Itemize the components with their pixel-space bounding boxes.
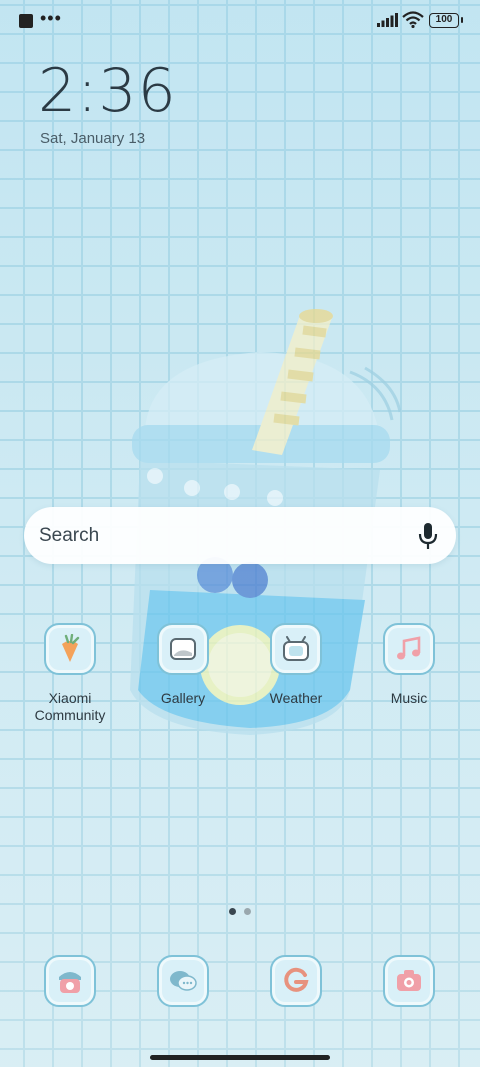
dock-messages[interactable] <box>127 955 239 1007</box>
search-bar[interactable]: Search <box>24 507 456 564</box>
home-gesture-bar[interactable] <box>150 1055 330 1060</box>
phone-icon <box>44 955 96 1007</box>
clock-date[interactable]: Sat, January 13 <box>40 130 145 147</box>
app-weather[interactable]: Weather <box>240 623 352 707</box>
dock-google[interactable] <box>240 955 352 1007</box>
app-music[interactable]: Music <box>353 623 465 707</box>
page-dot-active <box>229 908 236 915</box>
app-gallery[interactable]: Gallery <box>127 623 239 707</box>
search-placeholder: Search <box>39 525 100 546</box>
app-label: Weather <box>269 690 323 706</box>
mic-icon[interactable] <box>416 522 440 550</box>
battery-indicator: 100 <box>429 13 463 28</box>
weather-tv-icon <box>270 623 322 675</box>
page-dot <box>244 908 251 915</box>
gallery-icon <box>157 623 209 675</box>
app-label: Xiaomi Community <box>34 690 106 723</box>
status-bar: ••• 100 <box>0 0 480 40</box>
signal-icon <box>377 13 398 27</box>
app-xiaomi-community[interactable]: Xiaomi Community <box>14 623 126 724</box>
dock-camera[interactable] <box>353 955 465 1007</box>
carrot-icon <box>44 623 96 675</box>
dock-phone[interactable] <box>14 955 126 1007</box>
clock-time[interactable]: 2:36 <box>38 56 177 126</box>
notification-icon <box>19 14 33 28</box>
camera-icon <box>383 955 435 1007</box>
more-notifications-icon: ••• <box>40 8 62 28</box>
app-label: Music <box>390 690 428 706</box>
app-label: Gallery <box>160 690 206 706</box>
google-icon <box>270 955 322 1007</box>
messages-icon <box>157 955 209 1007</box>
music-note-icon <box>383 623 435 675</box>
wifi-icon <box>402 11 424 28</box>
